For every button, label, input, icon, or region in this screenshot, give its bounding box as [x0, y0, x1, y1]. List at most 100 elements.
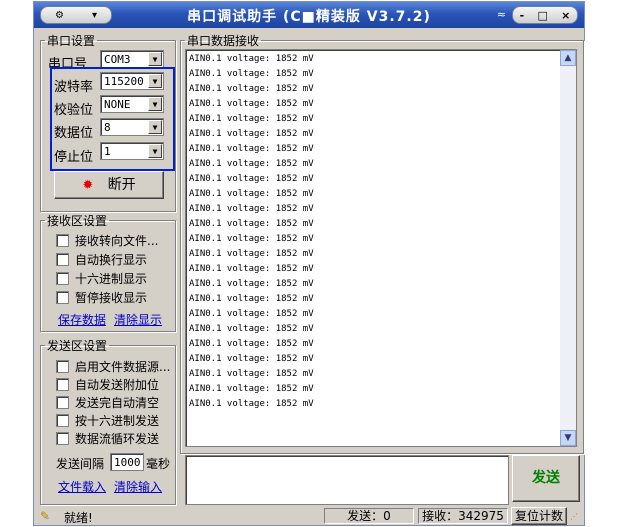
baud-select[interactable]: 115200 ▼ [100, 72, 164, 90]
checkbox-label: 暂停接收显示 [75, 291, 148, 305]
chevron-down-icon[interactable]: ▼ [148, 97, 162, 111]
receive-line: AIN0.1 voltage: 1852 mV [189, 234, 314, 244]
receive-line: AIN0.1 voltage: 1852 mV [189, 279, 314, 289]
status-icon: ✎ [40, 509, 51, 523]
receive-line: AIN0.1 voltage: 1852 mV [189, 159, 314, 169]
checkbox-box[interactable] [56, 360, 69, 373]
databits-value: 8 [104, 121, 111, 134]
baud-value: 115200 [104, 75, 144, 88]
databits-label: 数据位 [54, 126, 94, 141]
resize-grip-icon[interactable]: ⋰ [570, 512, 578, 521]
receive-lines: AIN0.1 voltage: 1852 mV AIN0.1 voltage: 1… [189, 52, 314, 412]
receive-line: AIN0.1 voltage: 1852 mV [189, 324, 314, 334]
checkbox-box[interactable] [56, 378, 69, 391]
receive-line: AIN0.1 voltage: 1852 mV [189, 384, 314, 394]
receive-line: AIN0.1 voltage: 1852 mV [189, 54, 314, 64]
parity-select[interactable]: NONE ▼ [100, 95, 164, 113]
checkbox-box[interactable] [56, 253, 69, 266]
file-load-link[interactable]: 文件载入 [58, 478, 106, 495]
receive-line: AIN0.1 voltage: 1852 mV [189, 84, 314, 94]
parity-value: NONE [104, 98, 131, 111]
send-button[interactable]: 发送 [512, 455, 580, 502]
receive-line: AIN0.1 voltage: 1852 mV [189, 309, 314, 319]
stopbits-label: 停止位 [54, 150, 94, 165]
checkbox-label: 接收转向文件... [75, 234, 159, 248]
port-select[interactable]: COM3 ▼ [100, 50, 164, 68]
title-bar[interactable]: ⚙ ▾ 串口调试助手 (C■精装版 V3.7.2) ≈ - □ × [34, 2, 584, 28]
receive-line: AIN0.1 voltage: 1852 mV [189, 249, 314, 259]
checkbox-box[interactable] [56, 234, 69, 247]
receive-line: AIN0.1 voltage: 1852 mV [189, 354, 314, 364]
maximize-button[interactable]: □ [537, 9, 547, 22]
checkbox-file-source[interactable]: 启用文件数据源... [56, 358, 170, 375]
stopbits-select[interactable]: 1 ▼ [100, 142, 164, 160]
disconnect-label: 断开 [107, 177, 136, 193]
checkbox-box[interactable] [56, 396, 69, 409]
sent-count: 发送：0 [324, 508, 414, 524]
chevron-down-icon[interactable]: ▼ [148, 144, 162, 158]
checkbox-box[interactable] [56, 291, 69, 304]
receive-line: AIN0.1 voltage: 1852 mV [189, 69, 314, 79]
interval-label: 发送间隔 [56, 457, 105, 471]
receive-line: AIN0.1 voltage: 1852 mV [189, 129, 314, 139]
receive-line: AIN0.1 voltage: 1852 mV [189, 294, 314, 304]
status-ready: 就绪! [64, 511, 93, 525]
save-data-link[interactable]: 保存数据 [58, 311, 106, 328]
checkbox-label: 启用文件数据源... [75, 360, 171, 374]
status-bar: ✎ 就绪! 发送：0 接收：342975 复位计数 ⋰ [34, 507, 584, 525]
window-controls: - □ × [512, 6, 578, 24]
checkbox-loop-send[interactable]: 数据流循环发送 [56, 430, 159, 447]
checkbox-box[interactable] [56, 272, 69, 285]
checkbox-pause-display[interactable]: 暂停接收显示 [56, 289, 147, 306]
checkbox-label: 发送完自动清空 [75, 396, 160, 410]
checkbox-receive-to-file[interactable]: 接收转向文件... [56, 232, 158, 249]
receive-line: AIN0.1 voltage: 1852 mV [189, 339, 314, 349]
checkbox-auto-append[interactable]: 自动发送附加位 [56, 376, 159, 393]
receive-line: AIN0.1 voltage: 1852 mV [189, 99, 314, 109]
receive-line: AIN0.1 voltage: 1852 mV [189, 204, 314, 214]
receive-textarea[interactable]: AIN0.1 voltage: 1852 mV AIN0.1 voltage: 1… [185, 49, 577, 447]
checkbox-label: 十六进制显示 [75, 272, 148, 286]
main-window: ⚙ ▾ 串口调试助手 (C■精装版 V3.7.2) ≈ - □ × 串口设置 串口… [33, 1, 585, 526]
port-value: COM3 [104, 53, 131, 66]
receive-line: AIN0.1 voltage: 1852 mV [189, 399, 314, 409]
led-icon: ✹ [82, 178, 94, 193]
checkbox-box[interactable] [56, 432, 69, 445]
rollup-icon[interactable]: ≈ [497, 8, 506, 21]
clear-input-link[interactable]: 清除输入 [114, 478, 162, 495]
chevron-down-icon[interactable]: ▼ [148, 52, 162, 66]
checkbox-label: 自动发送附加位 [75, 378, 160, 392]
checkbox-label: 自动换行显示 [75, 253, 148, 267]
minimize-button[interactable]: - [520, 9, 525, 22]
send-input[interactable] [185, 455, 509, 505]
receive-area-legend: 串口数据接收 [187, 34, 260, 48]
scroll-down-icon[interactable]: ▼ [560, 430, 576, 446]
serial-settings-legend: 串口设置 [47, 34, 96, 48]
parity-label: 校验位 [54, 103, 94, 118]
interval-unit: 毫秒 [146, 457, 171, 471]
vertical-scrollbar[interactable]: ▲ ▼ [560, 50, 576, 446]
checkbox-label: 数据流循环发送 [75, 432, 160, 446]
checkbox-auto-clear[interactable]: 发送完自动清空 [56, 394, 159, 411]
checkbox-auto-wrap[interactable]: 自动换行显示 [56, 251, 147, 268]
baud-label: 波特率 [54, 80, 94, 95]
receive-line: AIN0.1 voltage: 1852 mV [189, 264, 314, 274]
receive-line: AIN0.1 voltage: 1852 mV [189, 114, 314, 124]
receive-line: AIN0.1 voltage: 1852 mV [189, 189, 314, 199]
receive-line: AIN0.1 voltage: 1852 mV [189, 369, 314, 379]
chevron-down-icon[interactable]: ▼ [148, 74, 162, 88]
checkbox-hex-display[interactable]: 十六进制显示 [56, 270, 147, 287]
stopbits-value: 1 [104, 145, 111, 158]
checkbox-box[interactable] [56, 414, 69, 427]
reset-count-button[interactable]: 复位计数 [511, 507, 567, 525]
chevron-down-icon[interactable]: ▼ [148, 120, 162, 134]
scroll-up-icon[interactable]: ▲ [560, 50, 576, 66]
checkbox-label: 按十六进制发送 [75, 414, 160, 428]
disconnect-button[interactable]: ✹ 断开 [54, 171, 164, 199]
close-button[interactable]: × [561, 9, 570, 22]
checkbox-hex-send[interactable]: 按十六进制发送 [56, 412, 159, 429]
receive-line: AIN0.1 voltage: 1852 mV [189, 174, 314, 184]
databits-select[interactable]: 8 ▼ [100, 118, 164, 136]
clear-display-link[interactable]: 清除显示 [114, 311, 162, 328]
interval-input[interactable]: 1000 [110, 453, 144, 471]
